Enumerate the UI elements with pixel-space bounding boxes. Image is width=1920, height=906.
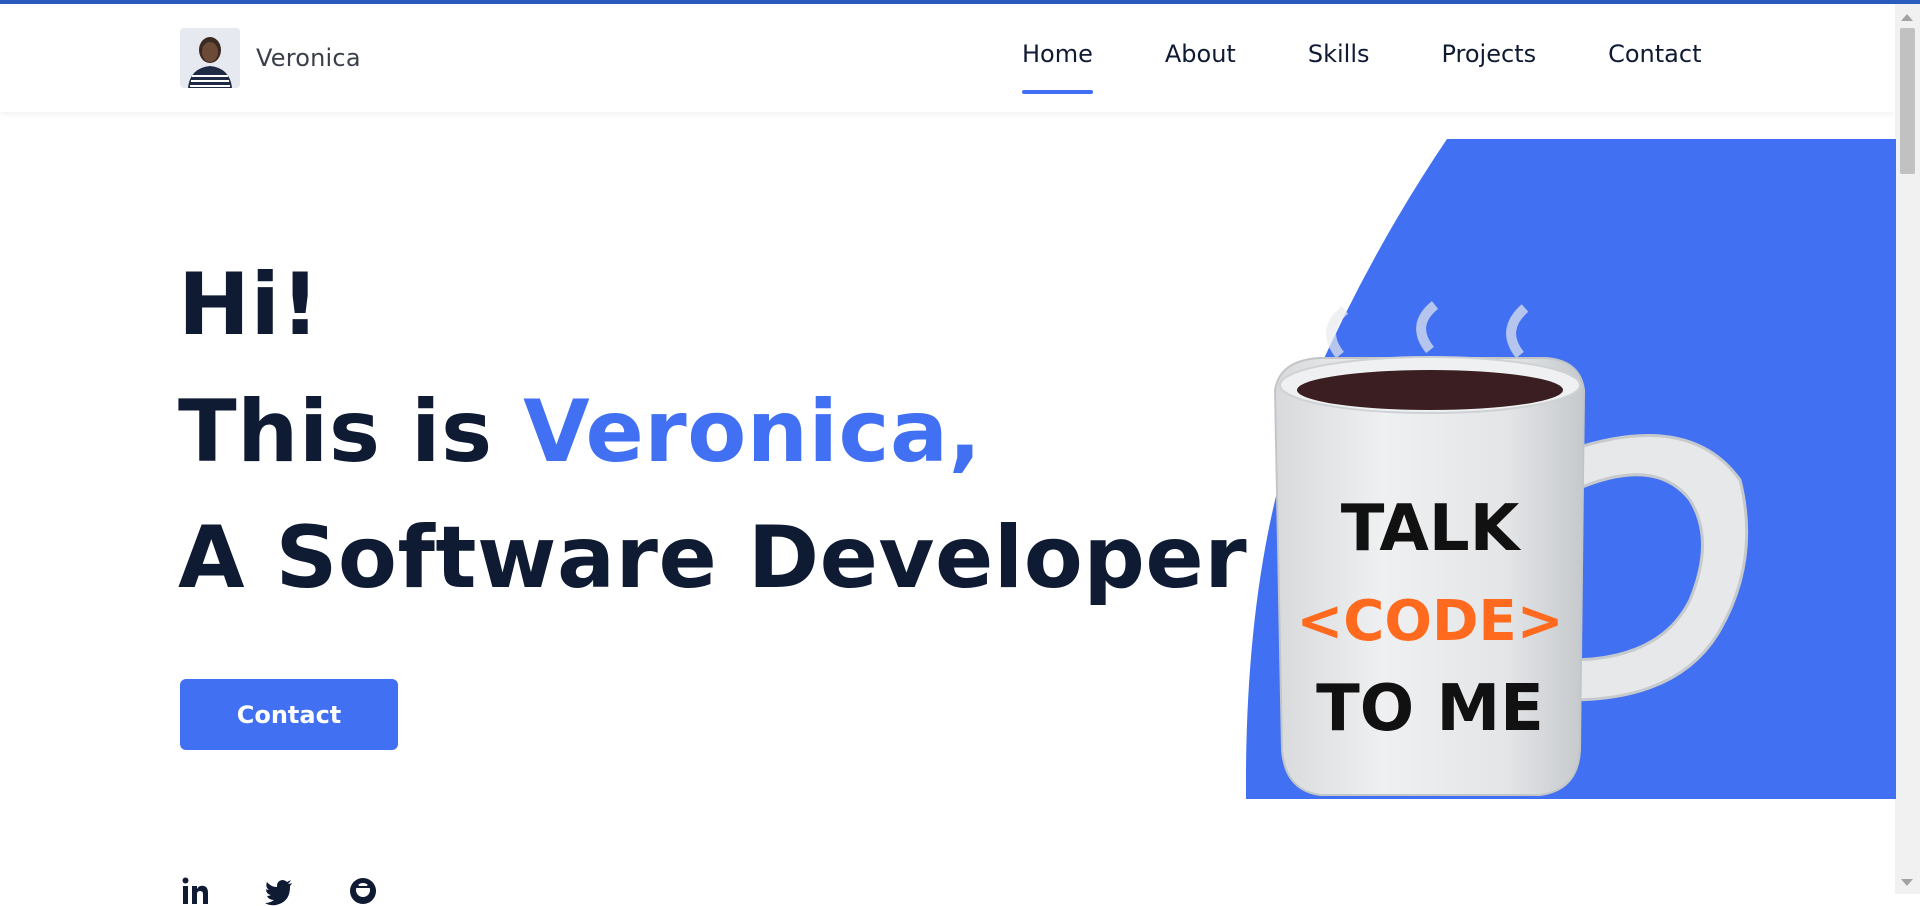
- scroll-thumb[interactable]: [1900, 28, 1915, 174]
- hero-intro: This is Veronica,: [178, 382, 982, 482]
- contact-button[interactable]: Contact: [180, 679, 398, 750]
- site-header: Veronica Home About Skills Projects Cont…: [0, 4, 1895, 112]
- twitter-icon[interactable]: [264, 876, 294, 906]
- hero-role: A Software Developer: [178, 508, 1248, 608]
- nav-item-projects[interactable]: Projects: [1441, 40, 1536, 90]
- nav-item-home[interactable]: Home: [1022, 40, 1093, 94]
- github-icon[interactable]: [348, 876, 378, 906]
- brand[interactable]: Veronica: [180, 28, 361, 88]
- linkedin-icon[interactable]: [180, 876, 210, 906]
- scroll-up-arrow-icon[interactable]: [1901, 14, 1913, 21]
- brand-name: Veronica: [256, 44, 361, 72]
- vertical-scrollbar[interactable]: [1895, 4, 1920, 894]
- nav-item-skills[interactable]: Skills: [1308, 40, 1370, 90]
- hero-name: Veronica,: [523, 382, 982, 482]
- nav-item-about[interactable]: About: [1165, 40, 1236, 90]
- main-nav: Home About Skills Projects Contact: [1022, 40, 1701, 94]
- hero-greeting: Hi!: [178, 255, 321, 355]
- social-links: [180, 876, 432, 906]
- mug-text-line-2: <CODE>: [1296, 589, 1563, 654]
- nav-item-contact[interactable]: Contact: [1608, 40, 1701, 90]
- mug-text-line-3: TO ME: [1316, 672, 1544, 746]
- coffee-mug-image: TALK <CODE> TO ME: [1273, 301, 1749, 796]
- avatar: [180, 28, 240, 88]
- scroll-down-arrow-icon[interactable]: [1901, 879, 1913, 886]
- hero-intro-prefix: This is: [178, 382, 524, 482]
- mug-text-line-1: TALK: [1341, 492, 1522, 566]
